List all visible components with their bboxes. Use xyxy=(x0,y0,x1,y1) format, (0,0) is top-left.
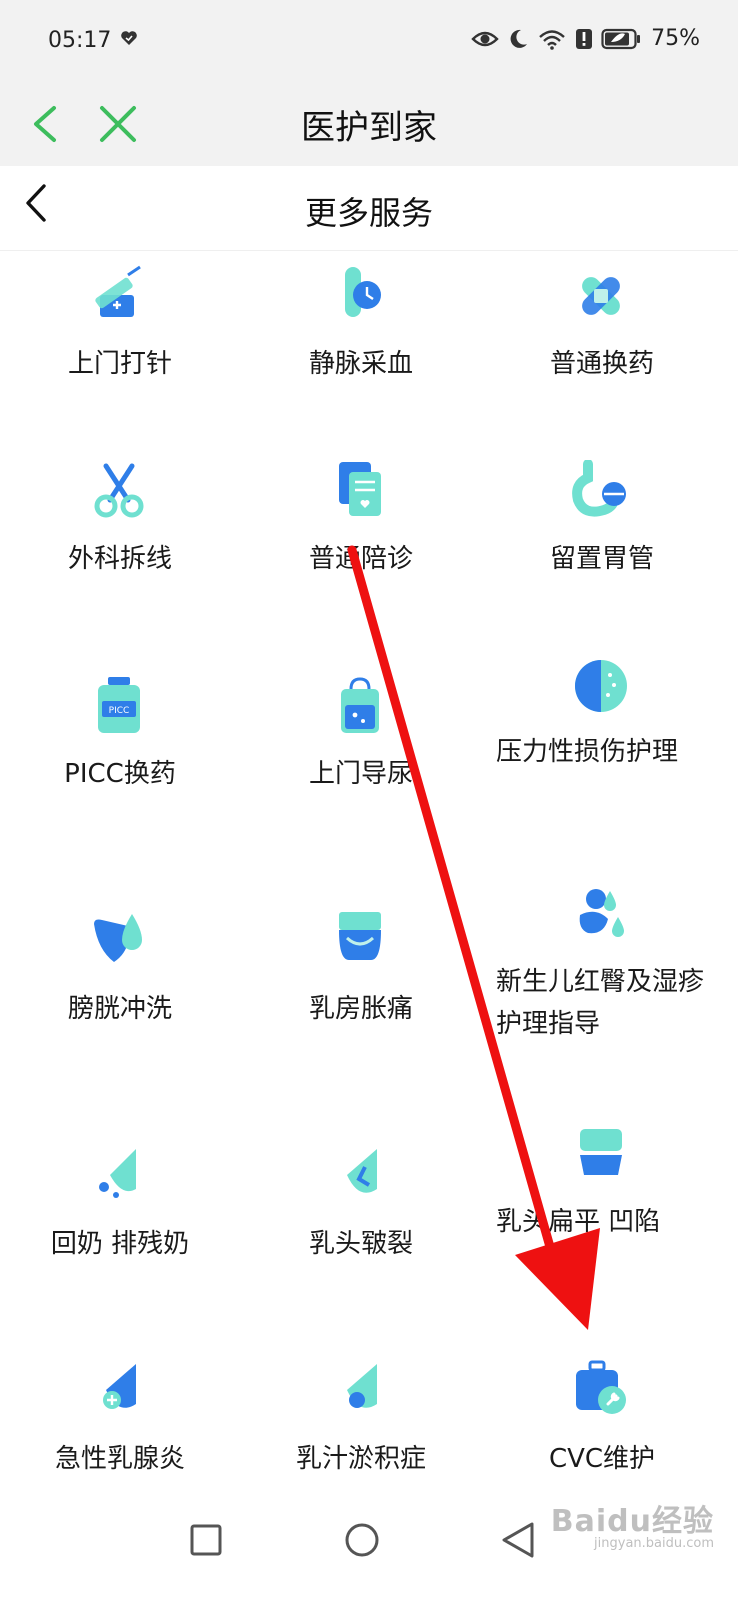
service-item-breast-pain[interactable]: 乳房胀痛 xyxy=(241,910,481,1040)
svg-text:PICC: PICC xyxy=(109,706,130,716)
service-item-gastric-tube[interactable]: 留置胃管 xyxy=(482,460,722,590)
breast-pain-icon xyxy=(339,912,381,960)
service-label: 普通陪诊 xyxy=(308,544,413,574)
service-label: CVC维护 xyxy=(548,1444,656,1474)
status-time: 05:17 xyxy=(48,28,112,53)
service-label: 普通换药 xyxy=(549,349,654,379)
heart-shield-icon xyxy=(121,31,137,45)
bladder-icon xyxy=(94,914,142,962)
service-item-escort[interactable]: 普通陪诊 xyxy=(241,460,481,590)
service-item-blood-draw[interactable]: 静脉采血 xyxy=(241,265,481,395)
eye-icon xyxy=(471,31,499,46)
service-label: 膀胱冲洗 xyxy=(67,994,172,1024)
battery-percentage: 75% xyxy=(651,26,700,51)
service-label: 上门打针 xyxy=(67,349,172,379)
service-label: 压力性损伤护理 xyxy=(496,737,679,767)
service-item-picc[interactable]: PICC PICC换药 xyxy=(0,675,240,805)
medical-record-icon xyxy=(339,462,381,516)
service-item-milk-return[interactable]: 回奶 排残奶 xyxy=(0,1145,240,1275)
milk-drop-icon xyxy=(99,1149,136,1198)
cvc-kit-icon xyxy=(576,1360,626,1414)
bandage-icon xyxy=(582,277,620,315)
service-label: 乳房胀痛 xyxy=(308,994,413,1024)
alert-icon xyxy=(576,28,593,49)
service-label: 乳汁淤积症 xyxy=(295,1444,426,1474)
recent-apps-button[interactable] xyxy=(176,1510,236,1570)
service-item-injection[interactable]: 上门打针 xyxy=(0,265,240,395)
app-title: 医护到家 xyxy=(301,108,437,148)
service-item-cvc[interactable]: CVC维护 xyxy=(482,1360,722,1490)
mastitis-icon xyxy=(103,1364,136,1409)
milk-stasis-icon xyxy=(347,1364,377,1408)
flat-nipple-icon xyxy=(580,1129,622,1175)
service-item-dressing-change[interactable]: 普通换药 xyxy=(482,265,722,395)
service-label: 乳头扁平 凹陷 xyxy=(496,1207,661,1237)
nipple-crack-icon xyxy=(347,1149,377,1193)
newborn-icon xyxy=(579,889,624,937)
back-button[interactable] xyxy=(488,1510,548,1570)
watermark-main: Baidu经验 xyxy=(550,1504,714,1539)
service-label: 外科拆线 xyxy=(67,544,172,574)
service-item-mastitis[interactable]: 急性乳腺炎 xyxy=(0,1360,240,1490)
service-label: 留置胃管 xyxy=(549,544,654,574)
injection-icon xyxy=(95,265,141,317)
wifi-icon xyxy=(539,29,565,50)
battery-saver-icon xyxy=(601,28,641,49)
picc-bottle-icon: PICC xyxy=(98,677,140,733)
page-title: 更多服务 xyxy=(304,194,433,232)
service-item-nipple-crack[interactable]: 乳头皲裂 xyxy=(241,1145,481,1275)
pressure-injury-icon xyxy=(575,660,627,712)
home-button[interactable] xyxy=(332,1510,392,1570)
scissors-icon xyxy=(94,463,144,518)
status-bar: 05:17 75% xyxy=(0,0,738,82)
stomach-icon xyxy=(572,460,626,517)
status-icons: 75% xyxy=(471,26,700,51)
service-label: 急性乳腺炎 xyxy=(54,1444,185,1474)
service-item-milk-stasis[interactable]: 乳汁淤积症 xyxy=(241,1360,481,1490)
service-item-newborn-care[interactable]: 新生儿红臀及湿疹护理指导 xyxy=(482,885,722,1055)
service-item-bladder-irrigation[interactable]: 膀胱冲洗 xyxy=(0,910,240,1040)
app-bar: 医护到家 xyxy=(0,82,738,167)
moon-icon xyxy=(510,29,528,48)
blood-test-tube-icon xyxy=(345,267,381,317)
service-item-stitch-removal[interactable]: 外科拆线 xyxy=(0,460,240,590)
baidu-watermark: Baidu经验 jingyan.baidu.com xyxy=(551,1496,714,1551)
service-item-pressure-care[interactable]: 压力性损伤护理 xyxy=(482,655,722,825)
service-label: 乳头皲裂 xyxy=(308,1229,413,1259)
service-label: 新生儿红臀及湿疹护理指导 xyxy=(496,967,705,1039)
service-label: PICC换药 xyxy=(64,759,176,789)
service-label: 回奶 排残奶 xyxy=(50,1229,190,1259)
service-label: 静脉采血 xyxy=(308,349,413,379)
service-item-catheter[interactable]: 上门导尿 xyxy=(241,675,481,805)
urine-bag-icon xyxy=(341,677,379,733)
service-item-flat-nipple[interactable]: 乳头扁平 凹陷 xyxy=(482,1125,722,1295)
page-header: 更多服务 xyxy=(0,166,738,251)
service-label: 上门导尿 xyxy=(308,759,413,789)
